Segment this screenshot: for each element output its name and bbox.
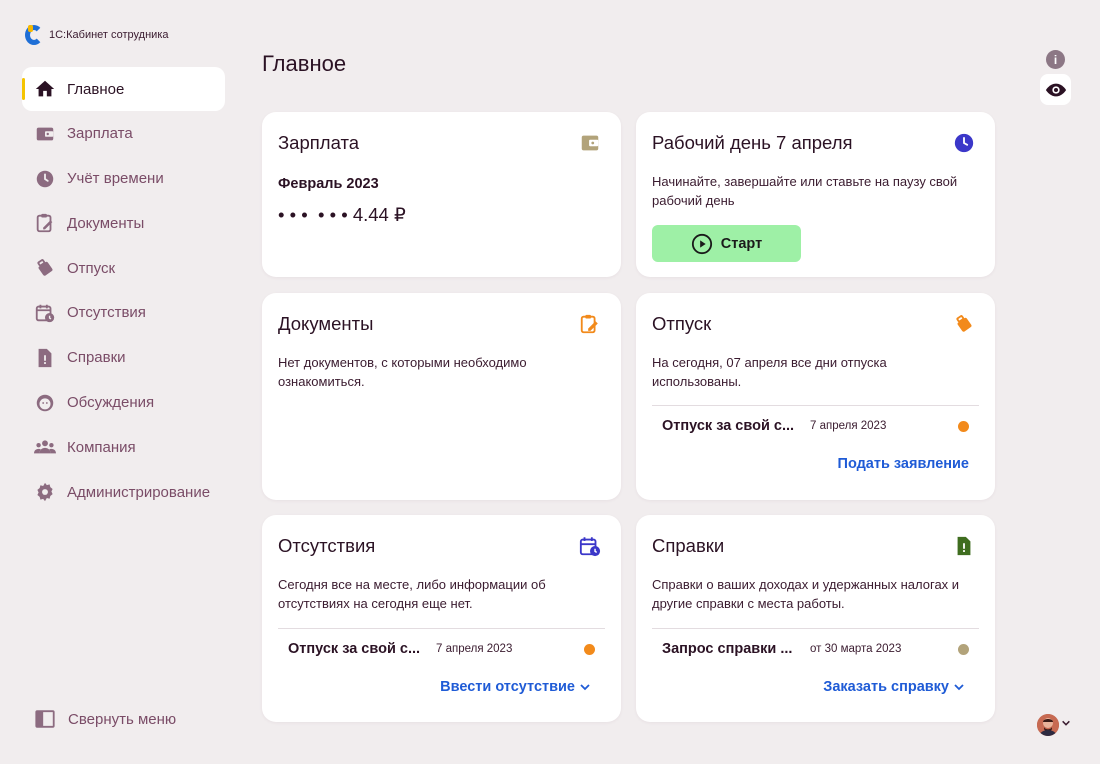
start-workday-button[interactable]: Старт <box>652 225 801 262</box>
documents-description: Нет документов, с которыми необходимо оз… <box>278 355 527 389</box>
sidebar-item-company[interactable]: Компания <box>22 425 225 469</box>
card-title: Отсутствия <box>278 535 376 556</box>
user-avatar-icon <box>1037 714 1059 736</box>
submit-application-link[interactable]: Подать заявление <box>838 456 969 472</box>
card-title: Зарплата <box>278 132 360 153</box>
card-title: Рабочий день 7 апреля <box>652 132 853 153</box>
page-title: Главное <box>262 51 347 76</box>
sidebar-item-label: Зарплата <box>67 125 133 143</box>
salary-amount: • • • • • • 4.44 ₽ <box>278 204 406 225</box>
list-item[interactable]: Отпуск за свой с... 7 апреля 2023 <box>662 416 969 436</box>
sidebar-item-home[interactable]: Главное <box>22 67 225 111</box>
workday-description: Начинайте, завершайте или ставьте на пау… <box>652 174 958 208</box>
documents-card[interactable]: Документы Нет документов, с которыми нео… <box>262 293 621 500</box>
sidebar-item-certificates[interactable]: Справки <box>22 336 225 380</box>
row-title: Отпуск за свой с... <box>662 418 795 434</box>
sidebar-item-label: Отсутствия <box>67 304 146 322</box>
clipboard-edit-icon <box>579 313 601 335</box>
workday-card: Рабочий день 7 апреля Начинайте, заверша… <box>636 112 995 277</box>
enter-absence-dropdown[interactable]: Ввести отсутствие <box>440 679 591 695</box>
gear-icon <box>34 481 56 503</box>
row-date: 7 апреля 2023 <box>436 643 513 655</box>
sidebar-item-label: Обсуждения <box>67 394 155 412</box>
absences-description: Сегодня все на месте, либо информации об… <box>278 577 546 611</box>
vacation-description: На сегодня, 07 апреля все дни отпуска ис… <box>652 355 887 389</box>
sidebar-item-documents[interactable]: Документы <box>22 201 225 245</box>
divider <box>652 628 979 629</box>
sidebar-item-label: Отпуск <box>67 259 116 277</box>
home-icon <box>34 78 56 100</box>
card-title: Справки <box>652 535 725 556</box>
sidebar-item-label: Справки <box>67 349 126 367</box>
sidebar-item-discussions[interactable]: Обсуждения <box>22 381 225 425</box>
chat-face-icon <box>34 392 56 414</box>
calendar-clock-icon <box>579 535 601 557</box>
luggage-icon <box>34 257 56 279</box>
clipboard-icon <box>34 212 56 234</box>
row-date: от 30 марта 2023 <box>810 643 902 655</box>
absences-card[interactable]: Отсутствия Сегодня все на месте, либо ин… <box>262 515 621 722</box>
sidebar-item-label: Документы <box>67 214 145 232</box>
start-button-label: Старт <box>720 235 763 252</box>
divider <box>652 405 979 406</box>
luggage-icon <box>953 313 975 335</box>
card-title: Отпуск <box>652 313 712 334</box>
row-title: Отпуск за свой с... <box>288 641 421 657</box>
salary-period: Февраль 2023 <box>278 176 379 192</box>
certificates-card[interactable]: Справки Справки о ваших доходах и удержа… <box>636 515 995 722</box>
clock-icon <box>34 168 56 190</box>
collapse-menu-label: Свернуть меню <box>68 710 177 728</box>
card-title: Документы <box>278 313 374 334</box>
divider <box>278 628 605 629</box>
status-dot <box>584 643 595 655</box>
wallet-icon <box>34 123 56 145</box>
sidebar-collapse-icon <box>34 708 56 730</box>
sidebar-item-label: Администрирование <box>67 483 211 501</box>
chevron-down-icon <box>580 684 590 691</box>
clock-icon <box>953 132 975 154</box>
sidebar-item-salary[interactable]: Зарплата <box>22 112 225 156</box>
avatar[interactable] <box>1037 714 1059 736</box>
sidebar-item-time-tracking[interactable]: Учёт времени <box>22 157 225 201</box>
sidebar-item-label: Главное <box>67 80 125 98</box>
row-title: Запрос справки ... <box>662 641 793 657</box>
sidebar-item-absences[interactable]: Отсутствия <box>22 291 225 335</box>
info-icon[interactable]: i <box>1046 50 1065 69</box>
chevron-down-icon <box>954 684 964 691</box>
play-icon <box>691 233 712 254</box>
file-alert-icon <box>953 535 975 557</box>
certificates-description: Справки о ваших доходах и удержанных нал… <box>652 577 960 611</box>
list-item[interactable]: Запрос справки ... от 30 марта 2023 <box>662 639 969 659</box>
1c-logo-icon <box>25 25 43 45</box>
row-date: 7 апреля 2023 <box>810 420 887 432</box>
file-alert-icon <box>34 347 56 369</box>
sidebar-item-label: Компания <box>67 438 136 456</box>
status-dot <box>958 420 969 432</box>
salary-card[interactable]: Зарплата Февраль 2023 • • • • • • 4.44 ₽ <box>262 112 621 277</box>
calendar-clock-icon <box>34 302 56 324</box>
wallet-icon <box>579 132 601 154</box>
people-icon <box>34 436 56 458</box>
sidebar-nav: Главное Зарплата Учёт времени Документы … <box>22 67 225 515</box>
eye-icon <box>1045 83 1066 96</box>
app-logo: 1С:Кабинет сотрудника <box>25 25 169 45</box>
chevron-down-icon[interactable] <box>1061 718 1071 728</box>
sidebar-item-label: Учёт времени <box>67 170 164 188</box>
order-certificate-dropdown[interactable]: Заказать справку <box>823 679 965 695</box>
sidebar-item-administration[interactable]: Администрирование <box>22 470 225 514</box>
status-dot <box>958 643 969 655</box>
vacation-card[interactable]: Отпуск На сегодня, 07 апреля все дни отп… <box>636 293 995 500</box>
enter-absence-label: Ввести отсутствие <box>440 679 575 695</box>
sidebar-item-vacation[interactable]: Отпуск <box>22 246 225 290</box>
visibility-toggle-button[interactable] <box>1040 74 1071 105</box>
app-name: 1С:Кабинет сотрудника <box>49 29 169 41</box>
list-item[interactable]: Отпуск за свой с... 7 апреля 2023 <box>288 639 595 659</box>
order-certificate-label: Заказать справку <box>823 679 949 695</box>
collapse-menu-button[interactable]: Свернуть меню <box>34 708 176 730</box>
